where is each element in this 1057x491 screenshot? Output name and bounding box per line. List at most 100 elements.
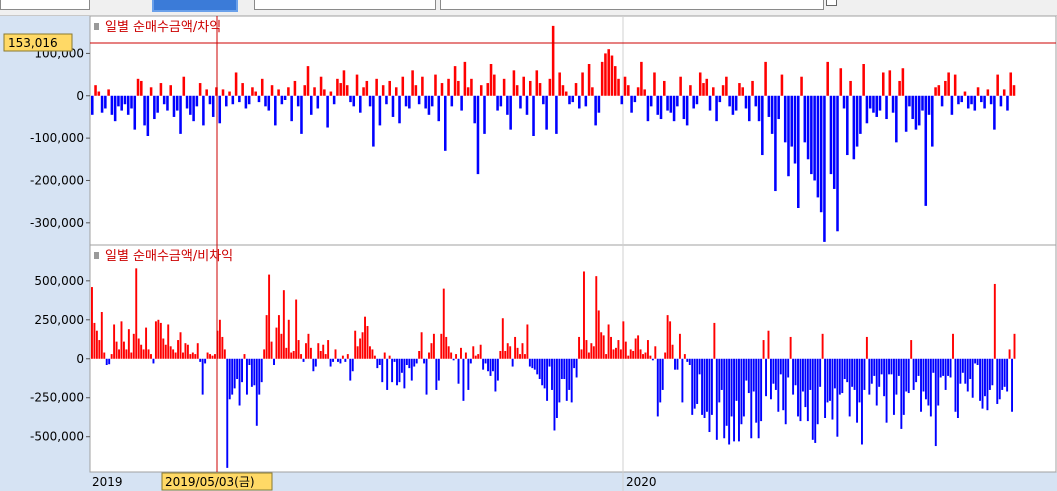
bar: [450, 95, 454, 107]
bar: [910, 340, 913, 359]
bar: [154, 321, 157, 359]
bar: [309, 347, 312, 359]
bar: [563, 358, 566, 380]
bar: [345, 85, 349, 96]
bar: [878, 95, 882, 111]
bar: [580, 349, 583, 359]
bar: [393, 358, 396, 362]
bar: [659, 358, 662, 403]
bar: [444, 95, 447, 151]
bar: [300, 95, 303, 134]
bar: [813, 95, 816, 181]
bar: [250, 358, 253, 387]
bar: [469, 358, 472, 364]
bar: [270, 85, 274, 96]
bar: [519, 95, 522, 109]
bar: [973, 95, 977, 111]
bar: [939, 358, 942, 378]
bar: [640, 61, 643, 96]
bar: [283, 95, 287, 100]
bar: [878, 358, 881, 387]
bar: [897, 358, 900, 376]
bar: [398, 95, 401, 124]
bar: [888, 358, 890, 375]
bar: [836, 358, 839, 437]
bar: [132, 333, 135, 359]
bar: [691, 358, 694, 415]
bar: [225, 95, 228, 107]
bar: [568, 95, 571, 105]
bar: [764, 61, 767, 96]
bar: [996, 358, 999, 404]
bar: [617, 78, 620, 96]
bar: [104, 95, 107, 109]
bar: [682, 95, 686, 120]
bar: [231, 95, 235, 105]
bar: [467, 358, 470, 390]
bar: [511, 358, 514, 367]
toolbar-combo-2[interactable]: [254, 0, 436, 10]
bar: [140, 344, 143, 359]
bar: [738, 83, 741, 96]
panel-2-handle-icon[interactable]: [94, 252, 99, 259]
bar: [604, 53, 607, 96]
bar: [954, 358, 957, 412]
bar: [718, 95, 722, 103]
bar: [1001, 358, 1004, 390]
bar: [194, 354, 197, 359]
bar: [113, 324, 116, 359]
bar: [672, 95, 676, 122]
bar: [846, 358, 849, 383]
bar: [560, 358, 563, 380]
bar: [172, 95, 176, 117]
bar: [257, 95, 261, 103]
bar: [715, 95, 718, 122]
bar: [821, 333, 824, 359]
bar: [587, 352, 590, 359]
bar: [917, 95, 921, 126]
bar: [421, 76, 424, 96]
bar: [93, 322, 96, 359]
toolbar-checkbox[interactable]: [826, 0, 837, 6]
bar: [873, 358, 876, 376]
bar: [463, 61, 467, 96]
bar: [127, 329, 130, 359]
bar: [1002, 89, 1006, 96]
bar: [199, 358, 202, 362]
x-tick-label-2020: 2020: [626, 475, 657, 489]
bar: [664, 352, 667, 359]
bar: [487, 358, 489, 372]
toolbar-combo-3[interactable]: [440, 0, 824, 10]
bar: [865, 336, 868, 359]
toolbar-combo-selected[interactable]: [152, 0, 238, 12]
bar: [698, 358, 701, 375]
bar: [211, 95, 215, 117]
bar: [963, 91, 967, 96]
bar: [184, 343, 187, 359]
bar: [152, 358, 155, 364]
bar: [391, 95, 395, 117]
bar: [538, 83, 542, 96]
bar: [666, 95, 669, 111]
bar: [238, 358, 241, 406]
panel-1-handle-icon[interactable]: [94, 23, 99, 30]
bar: [858, 358, 861, 403]
bar: [605, 354, 608, 359]
bar: [147, 349, 150, 359]
bar: [646, 340, 649, 359]
bar: [761, 95, 764, 156]
toolbar-combo-1[interactable]: [0, 0, 90, 10]
bar: [932, 358, 935, 373]
bar: [365, 80, 369, 96]
bar: [783, 95, 787, 143]
bar: [133, 95, 137, 130]
bar: [623, 76, 627, 96]
bar: [336, 78, 339, 96]
bar: [710, 358, 713, 415]
bar: [629, 349, 632, 359]
bar: [204, 358, 207, 364]
bar: [863, 358, 866, 390]
bar: [686, 358, 689, 362]
bar: [620, 95, 624, 105]
bar: [427, 95, 431, 115]
